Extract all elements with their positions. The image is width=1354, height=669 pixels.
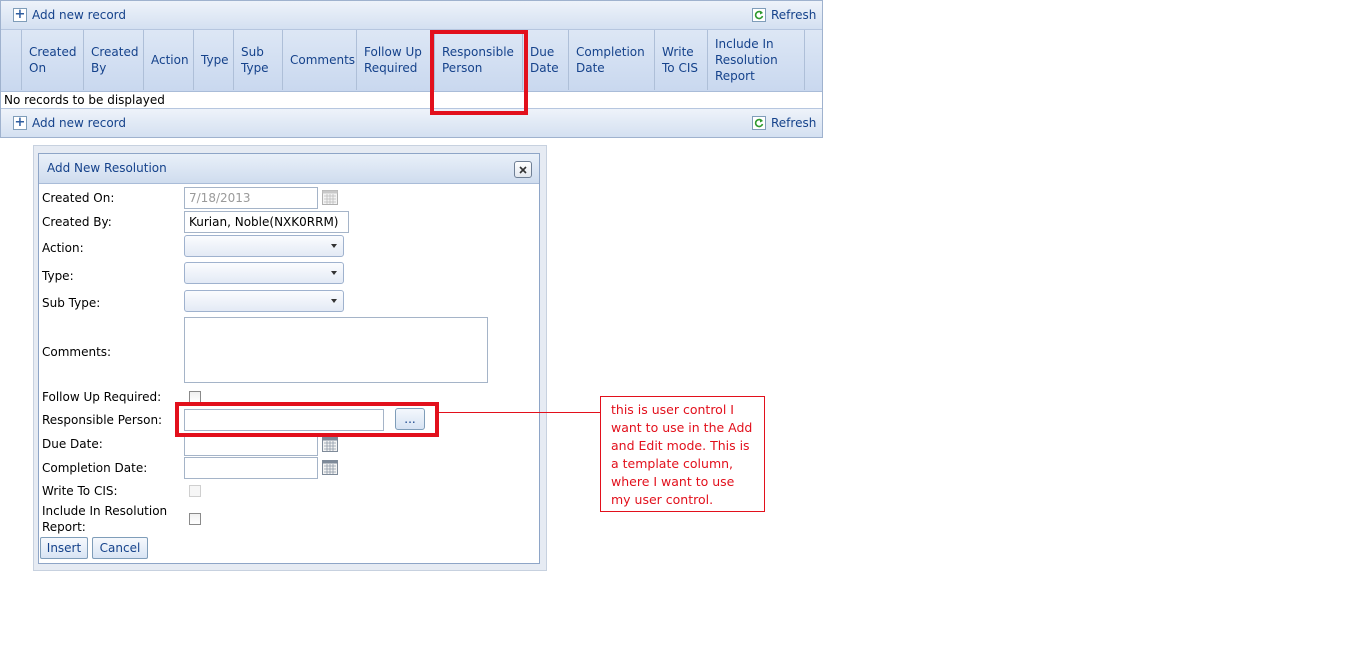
- refresh-label: Refresh: [771, 8, 817, 22]
- header-spacer: [1, 30, 22, 90]
- plus-icon: +: [13, 115, 27, 130]
- column-completion-date[interactable]: Completion Date: [569, 30, 655, 90]
- responsible-person-column-highlight: [430, 30, 528, 115]
- completion-date-label: Completion Date:: [42, 461, 148, 475]
- close-button[interactable]: [514, 161, 532, 178]
- chevron-down-icon: [331, 244, 337, 248]
- include-in-report-checkbox[interactable]: [189, 513, 201, 525]
- add-new-record-label: Add new record: [32, 8, 126, 22]
- column-write-to-cis[interactable]: Write To CIS: [655, 30, 708, 90]
- column-created-on[interactable]: Created On: [22, 30, 84, 90]
- column-include-in-report[interactable]: Include In Resolution Report: [708, 30, 805, 90]
- responsible-person-label: Responsible Person:: [42, 413, 163, 427]
- refresh-icon: [752, 116, 766, 130]
- grid-header-row: Created On Created By Action Type Sub Type …: [1, 30, 822, 92]
- dialog-title: Add New Resolution: [47, 161, 167, 175]
- close-icon: [519, 165, 527, 174]
- user-control-highlight: [175, 402, 439, 437]
- due-date-input[interactable]: [184, 434, 318, 456]
- sub-type-dropdown[interactable]: [184, 290, 344, 312]
- calendar-icon[interactable]: [322, 460, 338, 475]
- follow-up-required-label: Follow Up Required:: [42, 390, 162, 404]
- calendar-icon[interactable]: [322, 190, 338, 205]
- refresh-label: Refresh: [771, 116, 817, 130]
- grid-command-bar-bottom: + Add new record Refresh: [1, 108, 822, 137]
- created-on-input[interactable]: 7/18/2013: [184, 187, 318, 209]
- insert-button[interactable]: Insert: [40, 537, 88, 559]
- action-label: Action:: [42, 241, 84, 255]
- due-date-label: Due Date:: [42, 437, 103, 451]
- write-to-cis-label: Write To CIS:: [42, 484, 118, 498]
- plus-icon: +: [13, 7, 27, 22]
- cancel-button[interactable]: Cancel: [92, 537, 148, 559]
- grid-command-bar-top: + Add new record Refresh: [1, 1, 822, 30]
- created-by-label: Created By:: [42, 215, 112, 229]
- column-comments[interactable]: Comments: [283, 30, 357, 90]
- chevron-down-icon: [331, 271, 337, 275]
- column-sub-type[interactable]: Sub Type: [234, 30, 283, 90]
- action-dropdown[interactable]: [184, 235, 344, 257]
- annotation-connector-line: [439, 412, 600, 413]
- column-action[interactable]: Action: [144, 30, 194, 90]
- add-new-record-label: Add new record: [32, 116, 126, 130]
- column-type[interactable]: Type: [194, 30, 234, 90]
- annotation-note: this is user control I want to use in th…: [600, 396, 765, 512]
- type-dropdown[interactable]: [184, 262, 344, 284]
- refresh-button[interactable]: Refresh: [752, 5, 816, 25]
- column-follow-up-required[interactable]: Follow Up Required: [357, 30, 435, 90]
- created-by-input[interactable]: Kurian, Noble(NXK0RRM): [184, 211, 349, 233]
- write-to-cis-checkbox[interactable]: [189, 485, 201, 497]
- type-label: Type:: [42, 269, 74, 283]
- add-new-resolution-dialog: Add New Resolution Created On: 7/18/2013…: [38, 153, 540, 564]
- include-in-report-label: Include In Resolution Report:: [42, 504, 168, 534]
- created-on-label: Created On:: [42, 191, 115, 205]
- calendar-icon[interactable]: [322, 437, 338, 452]
- dialog-title-bar[interactable]: Add New Resolution: [39, 154, 539, 184]
- refresh-button-bottom[interactable]: Refresh: [752, 113, 816, 133]
- column-due-date[interactable]: Due Date: [523, 30, 569, 90]
- no-records-message: No records to be displayed: [4, 93, 165, 107]
- refresh-icon: [752, 8, 766, 22]
- comments-label: Comments:: [42, 345, 112, 359]
- resolution-grid: + Add new record Refresh Created On Creat…: [0, 0, 823, 138]
- comments-textarea[interactable]: [184, 317, 488, 383]
- completion-date-input[interactable]: [184, 457, 318, 479]
- add-new-record-button[interactable]: + Add new record: [13, 5, 126, 25]
- chevron-down-icon: [331, 299, 337, 303]
- column-created-by[interactable]: Created By: [84, 30, 144, 90]
- add-new-record-button-bottom[interactable]: + Add new record: [13, 113, 126, 133]
- sub-type-label: Sub Type:: [42, 296, 101, 310]
